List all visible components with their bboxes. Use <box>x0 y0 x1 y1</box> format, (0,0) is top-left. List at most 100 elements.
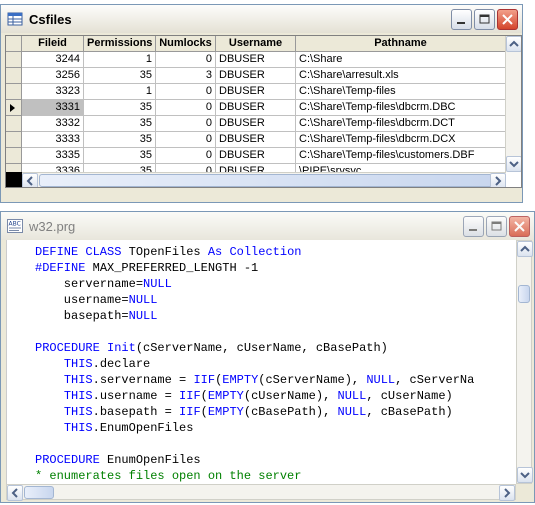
table-icon <box>7 12 23 26</box>
cell-username[interactable]: DBUSER <box>216 52 296 68</box>
code-line[interactable]: PROCEDURE EnumOpenFiles <box>35 452 201 468</box>
scroll-down-button[interactable] <box>506 156 521 172</box>
code-keyword: NULL <box>337 389 367 403</box>
code-keyword: IIF <box>179 405 201 419</box>
cell-fileid[interactable]: 3335 <box>22 148 84 164</box>
cell-numlocks[interactable]: 0 <box>156 52 216 68</box>
cell-username[interactable]: DBUSER <box>216 148 296 164</box>
cell-pathname[interactable]: C:\Share\Temp-files <box>296 84 506 100</box>
cell-permissions[interactable]: 35 <box>84 68 156 84</box>
editor-scroll-left-button[interactable] <box>7 485 23 501</box>
csfiles-titlebar[interactable]: Csfiles <box>1 5 522 33</box>
cell-numlocks[interactable]: 0 <box>156 116 216 132</box>
table-row[interactable]: 3244 1 0 DBUSER C:\Share <box>6 52 521 68</box>
editor-vertical-scroll-thumb[interactable] <box>518 285 530 303</box>
table-row[interactable]: 3331 35 0 DBUSER C:\Share\Temp-files\dbcrm.D… <box>6 100 521 116</box>
cell-numlocks[interactable]: 0 <box>156 84 216 100</box>
row-selector[interactable] <box>6 84 22 100</box>
minimize-button[interactable] <box>451 9 472 30</box>
cell-username[interactable]: DBUSER <box>216 68 296 84</box>
row-selector[interactable] <box>6 68 22 84</box>
code-line[interactable]: THIS.EnumOpenFiles <box>35 420 194 436</box>
svg-text:ABC: ABC <box>9 221 21 228</box>
code-line[interactable]: THIS.username = IIF(EMPTY(cUserName), NU… <box>35 388 453 404</box>
table-row[interactable]: 3335 35 0 DBUSER C:\Share\Temp-files\custome… <box>6 148 521 164</box>
cell-username[interactable]: DBUSER <box>216 116 296 132</box>
row-selector[interactable] <box>6 148 22 164</box>
code-line[interactable]: THIS.servername = IIF(EMPTY(cServerName)… <box>35 372 475 388</box>
cell-fileid[interactable]: 3256 <box>22 68 84 84</box>
cell-permissions[interactable]: 35 <box>84 116 156 132</box>
cell-pathname[interactable]: C:\Share\Temp-files\dbcrm.DBC <box>296 100 506 116</box>
editor-horizontal-scrollbar[interactable] <box>6 484 516 501</box>
editor-titlebar[interactable]: ABC w32.prg <box>1 212 534 240</box>
record-navigator[interactable] <box>6 172 22 187</box>
grid-vertical-scrollbar[interactable] <box>505 36 521 172</box>
cell-numlocks[interactable]: 0 <box>156 132 216 148</box>
editor-scroll-right-button[interactable] <box>499 485 515 501</box>
code-line[interactable]: THIS.declare <box>35 356 150 372</box>
column-header-fileid[interactable]: Fileid <box>22 36 84 52</box>
row-selector[interactable] <box>6 100 22 116</box>
cell-permissions[interactable]: 35 <box>84 148 156 164</box>
cell-permissions[interactable]: 35 <box>84 132 156 148</box>
column-header-numlocks[interactable]: Numlocks <box>156 36 216 52</box>
scroll-right-button[interactable] <box>490 173 506 187</box>
cell-permissions[interactable]: 1 <box>84 52 156 68</box>
code-keyword: THIS <box>63 421 93 435</box>
grid-horizontal-scrollbar[interactable] <box>22 172 506 187</box>
cell-fileid[interactable]: 3332 <box>22 116 84 132</box>
code-line[interactable]: username=NULL <box>35 292 158 308</box>
cell-fileid[interactable]: 3333 <box>22 132 84 148</box>
table-row[interactable]: 3332 35 0 DBUSER C:\Share\Temp-files\dbcrm.D… <box>6 116 521 132</box>
cell-fileid[interactable]: 3323 <box>22 84 84 100</box>
code-line[interactable]: * enumerates files open on the server <box>35 468 301 484</box>
cell-pathname[interactable]: C:\Share\arresult.xls <box>296 68 506 84</box>
editor-vertical-scrollbar[interactable] <box>516 240 533 484</box>
cell-username[interactable]: DBUSER <box>216 84 296 100</box>
cell-numlocks[interactable]: 0 <box>156 100 216 116</box>
cell-pathname[interactable]: C:\Share\Temp-files\customers.DBF <box>296 148 506 164</box>
cell-fileid[interactable]: 3244 <box>22 52 84 68</box>
editor-scroll-up-button[interactable] <box>517 241 533 257</box>
code-line[interactable]: #DEFINE MAX_PREFERRED_LENGTH -1 <box>35 260 258 276</box>
arrow-left-icon <box>26 176 33 186</box>
code-keyword: EMPTY <box>207 405 244 419</box>
column-header-permissions[interactable]: Permissions <box>84 36 156 52</box>
code-line[interactable]: THIS.basepath = IIF(EMPTY(cBasePath), NU… <box>35 404 453 420</box>
editor-scroll-down-button[interactable] <box>517 467 533 483</box>
editor-minimize-button[interactable] <box>463 216 484 237</box>
cell-permissions[interactable]: 35 <box>84 100 156 116</box>
cell-pathname[interactable]: C:\Share\Temp-files\dbcrm.DCX <box>296 132 506 148</box>
row-selector[interactable] <box>6 116 22 132</box>
code-line[interactable]: DEFINE CLASS TOpenFiles As Collection <box>35 244 301 260</box>
row-selector[interactable] <box>6 132 22 148</box>
column-header-username[interactable]: Username <box>216 36 296 52</box>
editor-close-button[interactable] <box>509 216 530 237</box>
cell-numlocks[interactable]: 0 <box>156 148 216 164</box>
cell-pathname[interactable]: C:\Share\Temp-files\dbcrm.DCT <box>296 116 506 132</box>
row-selector[interactable] <box>6 52 22 68</box>
horizontal-scroll-thumb[interactable] <box>39 174 499 187</box>
editor-horizontal-scroll-thumb[interactable] <box>24 486 54 499</box>
table-row[interactable]: 3323 1 0 DBUSER C:\Share\Temp-files <box>6 84 521 100</box>
cell-permissions[interactable]: 1 <box>84 84 156 100</box>
code-line[interactable]: basepath=NULL <box>35 308 158 324</box>
files-grid[interactable]: Fileid Permissions Numlocks Username Pat… <box>5 35 522 188</box>
scroll-left-button[interactable] <box>22 173 38 187</box>
cell-fileid[interactable]: 3331 <box>22 100 84 116</box>
scroll-up-button[interactable] <box>506 36 521 52</box>
cell-username[interactable]: DBUSER <box>216 100 296 116</box>
code-line[interactable]: PROCEDURE Init(cServerName, cUserName, c… <box>35 340 388 356</box>
cell-username[interactable]: DBUSER <box>216 132 296 148</box>
close-button[interactable] <box>497 9 518 30</box>
column-header-pathname[interactable]: Pathname <box>296 36 506 52</box>
code-line[interactable]: servername=NULL <box>35 276 172 292</box>
cell-numlocks[interactable]: 3 <box>156 68 216 84</box>
editor-maximize-button[interactable] <box>486 216 507 237</box>
cell-pathname[interactable]: C:\Share <box>296 52 506 68</box>
maximize-button[interactable] <box>474 9 495 30</box>
code-editor[interactable]: DEFINE CLASS TOpenFiles As Collection #DE… <box>6 240 517 484</box>
table-row[interactable]: 3333 35 0 DBUSER C:\Share\Temp-files\dbcrm.D… <box>6 132 521 148</box>
table-row[interactable]: 3256 35 3 DBUSER C:\Share\arresult.xls <box>6 68 521 84</box>
